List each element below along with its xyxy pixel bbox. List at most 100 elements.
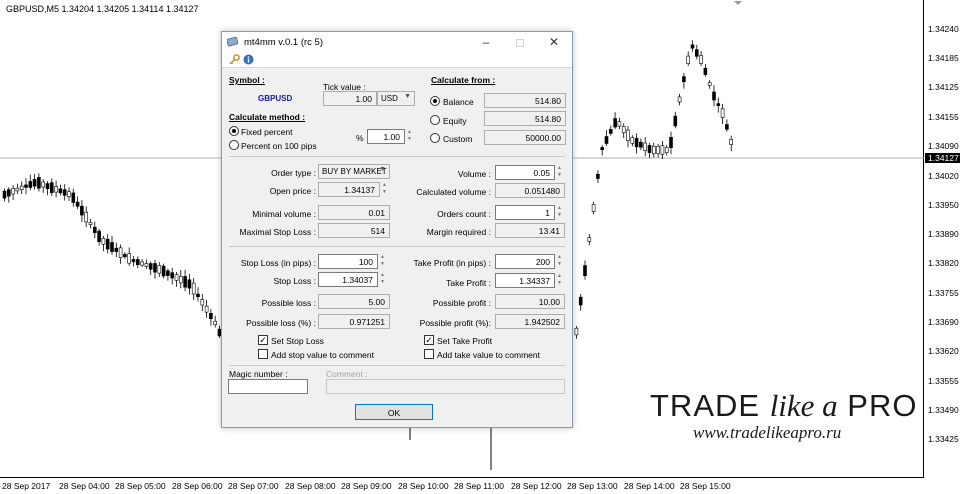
set-take-profit-checkbox[interactable]: ✓	[424, 335, 434, 345]
add-take-comment-label: Add take value to comment	[437, 350, 541, 360]
candle-body	[37, 177, 41, 189]
price-tick: 1.34185	[928, 53, 959, 63]
calculated-volume-field[interactable]: 0.051480	[495, 183, 565, 198]
stop-loss-pips-spinner[interactable]: ▲ ▼	[378, 254, 387, 269]
candle-body	[148, 263, 153, 270]
candle-body	[84, 211, 88, 223]
candle-body	[196, 293, 200, 298]
candle-body	[174, 274, 179, 281]
maximize-button[interactable]: ◻	[509, 34, 531, 50]
possible-profit-field[interactable]: 10.00	[495, 294, 565, 309]
order-type-select[interactable]: BUY BY MARKET ▼	[318, 164, 390, 179]
candle-body	[621, 126, 626, 134]
magic-number-label: Magic number :	[229, 369, 288, 379]
time-tick: 28 Sep 08:00	[285, 481, 336, 491]
add-stop-comment-checkbox[interactable]	[258, 349, 268, 359]
time-tick: 28 Sep 06:00	[172, 481, 223, 491]
possible-loss-label: Possible loss :	[261, 298, 316, 308]
candle-body	[608, 129, 613, 134]
candle-body	[80, 205, 84, 216]
candle-body	[75, 201, 80, 207]
info-icon[interactable]	[243, 54, 254, 65]
percent-100-pips-radio[interactable]	[229, 140, 239, 150]
price-tick: 1.34155	[928, 112, 959, 122]
percent-field[interactable]: 1.00	[367, 129, 405, 144]
possible-loss-pct-label: Possible loss (%) :	[246, 318, 316, 328]
set-stop-loss-checkbox[interactable]: ✓	[258, 335, 268, 345]
stop-loss-pips-field[interactable]: 100	[318, 254, 378, 269]
time-tick: 28 Sep 15:00	[680, 481, 731, 491]
take-profit-pips-spinner[interactable]: ▲ ▼	[555, 254, 564, 269]
calculate-method-header: Calculate method :	[229, 112, 306, 122]
candle-body	[694, 49, 699, 57]
open-price-spinner[interactable]: ▲ ▼	[380, 182, 389, 197]
min-volume-field[interactable]: 0.01	[318, 205, 390, 220]
volume-field[interactable]: 0.05	[495, 165, 555, 180]
close-button[interactable]: ✕	[543, 34, 565, 50]
custom-field[interactable]: 50000.00	[484, 130, 566, 145]
volume-spinner[interactable]: ▲ ▼	[555, 165, 564, 180]
orders-count-spinner[interactable]: ▲ ▼	[555, 205, 564, 220]
candle-body	[67, 191, 71, 197]
equity-radio[interactable]	[430, 115, 440, 125]
minimize-button[interactable]: –	[475, 34, 497, 50]
stop-loss-label: Stop Loss :	[273, 276, 316, 286]
magic-number-field[interactable]	[228, 379, 308, 394]
candle-body	[213, 320, 217, 325]
candle-body	[686, 55, 691, 64]
open-price-field[interactable]: 1.34137	[318, 182, 380, 197]
tick-value-field[interactable]: 1.00	[323, 91, 377, 106]
ok-button[interactable]: OK	[355, 404, 433, 420]
comment-field[interactable]	[326, 379, 565, 394]
candle-body	[626, 129, 630, 141]
price-tick: 1.33755	[928, 288, 959, 298]
chevron-down-icon: ▼	[404, 93, 411, 100]
tick-currency-select[interactable]: USD ▼	[377, 91, 415, 106]
candle-body	[613, 118, 617, 128]
candle-body	[144, 263, 149, 267]
mt4mm-dialog: mt4mm v.0.1 (rc 5) – ◻ ✕ Symbol : GBPUSD…	[221, 31, 573, 428]
candle-body	[651, 145, 656, 155]
price-tick: 1.33620	[928, 346, 959, 356]
candle-body	[28, 181, 33, 188]
take-profit-spinner[interactable]: ▲ ▼	[555, 273, 564, 288]
possible-profit-pct-field[interactable]: 1.942502	[495, 314, 565, 329]
time-tick: 28 Sep 13:00	[567, 481, 618, 491]
equity-field[interactable]: 514.80	[484, 111, 566, 126]
price-tick: 1.33890	[928, 229, 959, 239]
time-tick: 28 Sep 2017	[2, 481, 51, 491]
add-take-comment-checkbox[interactable]	[424, 349, 434, 359]
candle-body	[204, 305, 209, 313]
take-profit-pips-field[interactable]: 200	[495, 254, 555, 269]
candle-body	[58, 188, 63, 194]
set-take-profit-label: Set Take Profit	[437, 336, 493, 346]
balance-radio[interactable]	[430, 96, 440, 106]
candle-body	[729, 138, 734, 145]
stop-loss-field[interactable]: 1.34037	[318, 272, 378, 287]
fixed-percent-radio[interactable]	[229, 126, 239, 136]
candle-body	[200, 299, 205, 306]
candle-body	[712, 91, 716, 101]
candle-body	[591, 204, 596, 212]
key-icon[interactable]	[229, 54, 240, 65]
possible-loss-field[interactable]: 5.00	[318, 294, 390, 309]
candle-body	[634, 137, 639, 148]
possible-loss-pct-field[interactable]: 0.971251	[318, 314, 390, 329]
candle-body	[71, 192, 76, 203]
stop-loss-spinner[interactable]: ▲ ▼	[378, 272, 387, 287]
margin-required-field[interactable]: 13.41	[495, 223, 565, 238]
candle-body	[166, 270, 170, 276]
brand-logo-right: PRO	[837, 388, 918, 423]
custom-radio[interactable]	[430, 133, 440, 143]
balance-field[interactable]: 514.80	[484, 93, 566, 108]
percent-spinner[interactable]: ▲ ▼	[405, 129, 414, 144]
candle-body	[19, 185, 24, 190]
order-type-label: Order type :	[271, 168, 316, 178]
candle-body	[720, 108, 725, 118]
candle-body	[136, 259, 140, 266]
max-stop-loss-field[interactable]: 514	[318, 223, 390, 238]
title-bar[interactable]: mt4mm v.0.1 (rc 5) – ◻ ✕	[222, 32, 572, 52]
candle-body	[677, 96, 682, 103]
take-profit-field[interactable]: 1.34337	[495, 273, 555, 288]
orders-count-field[interactable]: 1	[495, 205, 555, 220]
